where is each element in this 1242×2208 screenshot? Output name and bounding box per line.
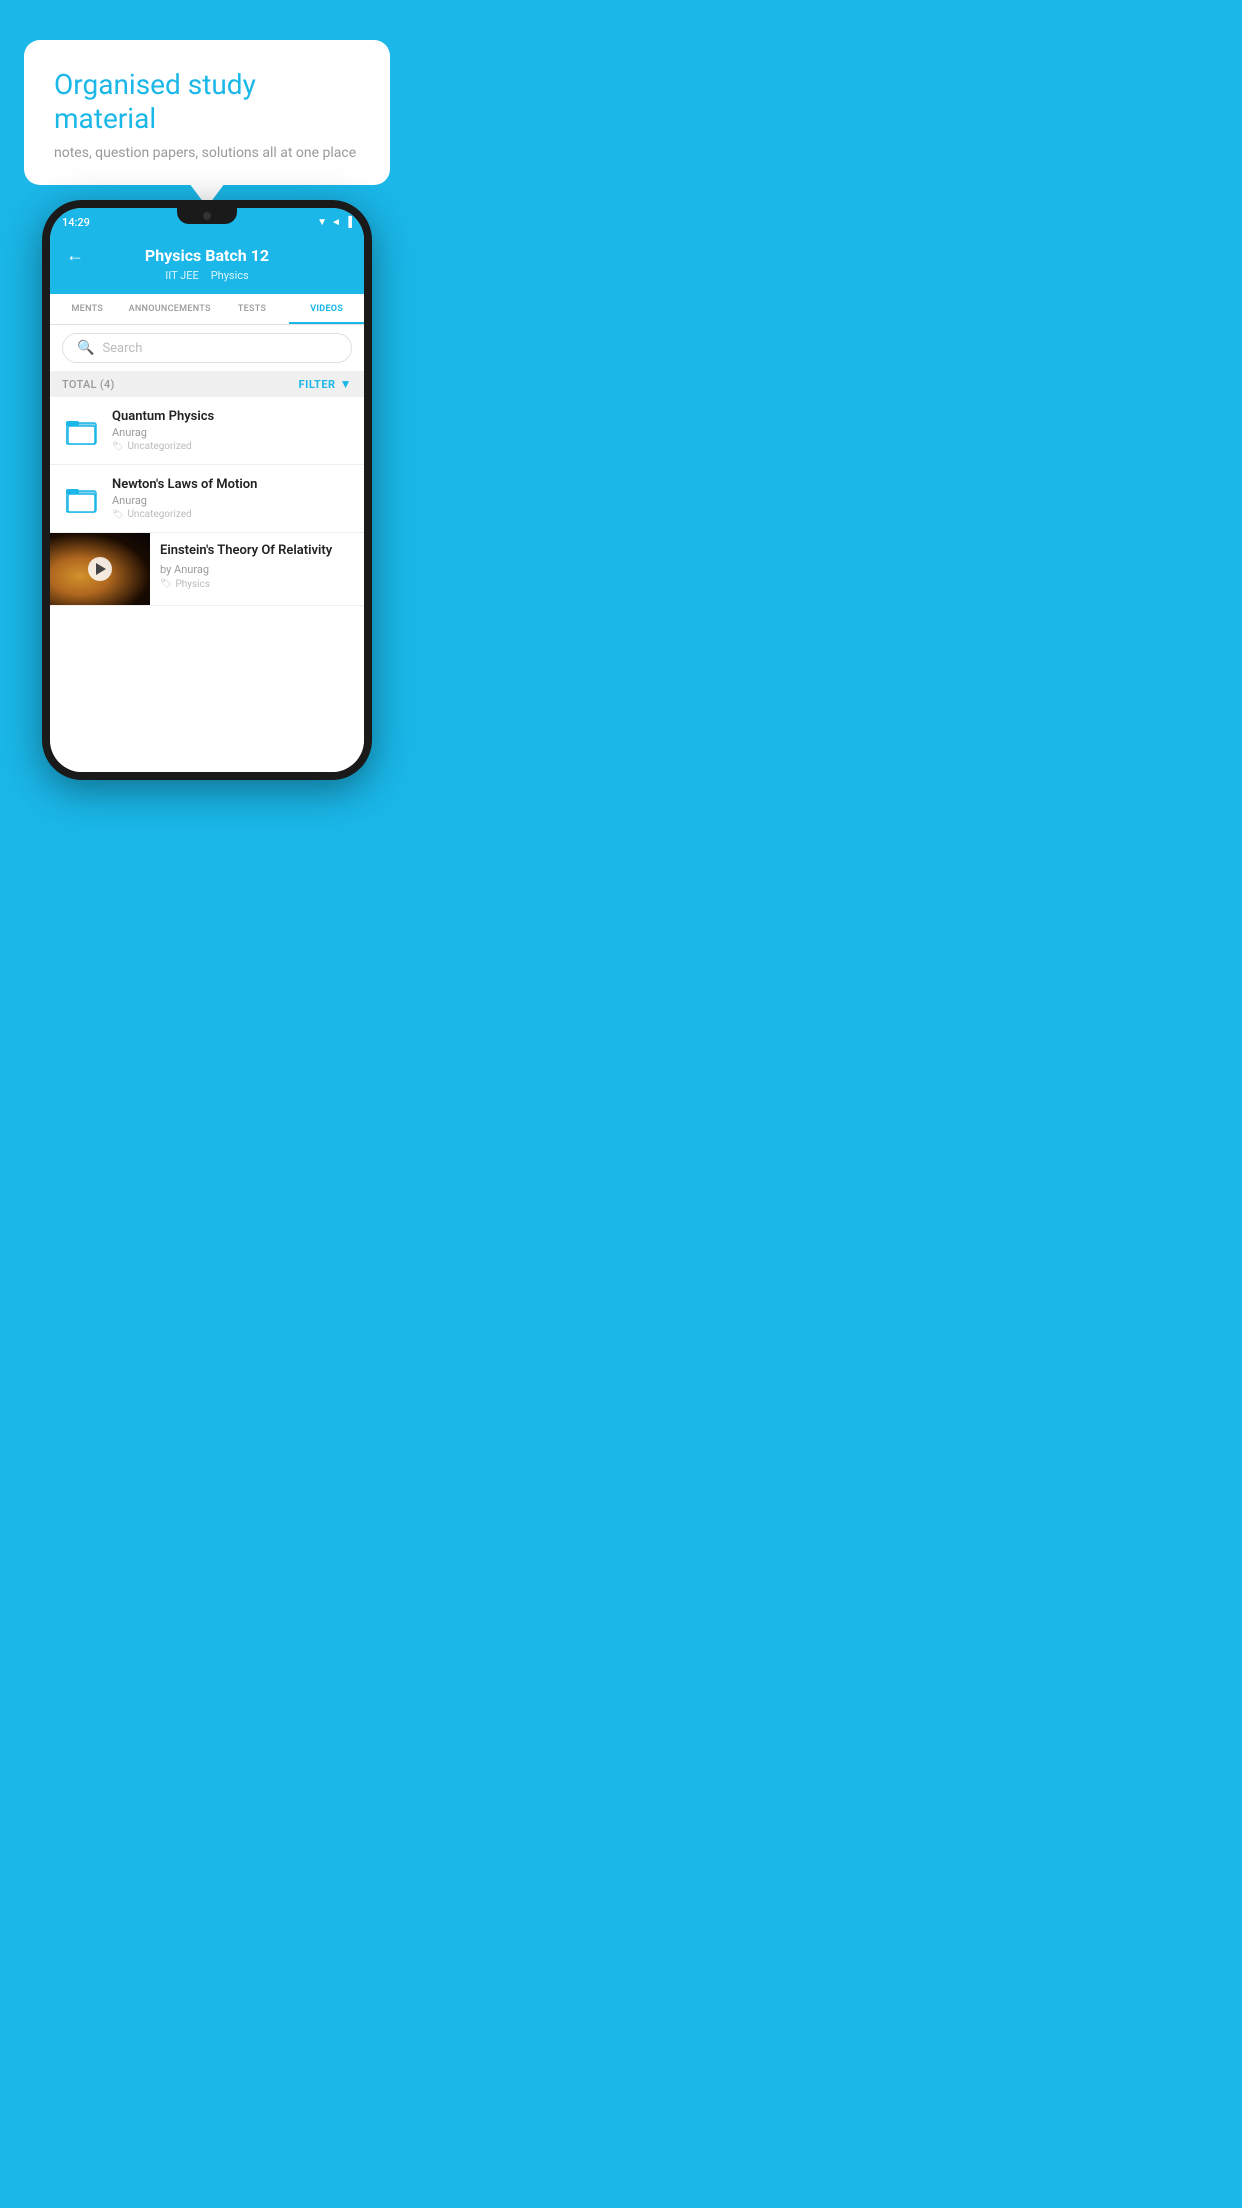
tag-icon: 🏷 [112,510,123,520]
tab-documents[interactable]: MENTS [50,294,125,324]
back-button[interactable]: ← [66,245,84,266]
tag-label: Physics [175,579,210,590]
battery-icon: ▐ [345,217,352,228]
filter-label: FILTER [299,378,336,391]
item-info: Einstein's Theory Of Relativity by Anura… [150,533,364,600]
item-title: Quantum Physics [112,409,350,424]
header-top: ← Physics Batch 12 [66,246,348,265]
item-title: Einstein's Theory Of Relativity [160,543,354,560]
search-input[interactable]: Search [102,341,142,356]
phone-screen: 14:29 ▼ ◄ ▐ ← Physics Batch 12 IIT JEE P… [50,208,364,772]
search-bar: 🔍 Search [50,325,364,371]
video-thumbnail [50,533,150,605]
search-input-wrap[interactable]: 🔍 Search [62,333,352,363]
wifi-icon: ▼ [317,217,327,228]
signal-icon: ◄ [331,217,341,228]
item-author: Anurag [112,494,350,507]
header-subtitle: IIT JEE Physics [66,269,348,282]
speech-bubble-heading: Organised study material [54,68,360,135]
tab-videos[interactable]: VIDEOS [289,294,364,324]
item-author: by Anurag [160,563,354,576]
tag-icon: 🏷 [160,579,171,589]
item-title: Newton's Laws of Motion [112,477,350,492]
tab-tests[interactable]: TESTS [215,294,290,324]
item-tag: 🏷 Physics [160,579,354,590]
speech-bubble: Organised study material notes, question… [24,40,390,185]
item-tag: 🏷 Uncategorized [112,509,350,520]
item-tag: 🏷 Uncategorized [112,441,350,452]
video-list: Quantum Physics Anurag 🏷 Uncategorized [50,397,364,772]
tag-label: Uncategorized [127,509,191,520]
item-author: Anurag [112,426,350,439]
play-button[interactable] [88,557,112,581]
notch-camera [203,212,211,220]
folder-icon [64,481,100,517]
status-time: 14:29 [62,216,90,229]
filter-icon: ▼ [340,377,352,391]
item-info: Newton's Laws of Motion Anurag 🏷 Uncateg… [112,477,350,520]
tabs-bar: MENTS ANNOUNCEMENTS TESTS VIDEOS [50,294,364,325]
search-icon: 🔍 [77,340,94,356]
app-header: ← Physics Batch 12 IIT JEE Physics [50,236,364,294]
page-title: Physics Batch 12 [145,246,269,265]
play-icon [96,563,106,575]
speech-bubble-subtext: notes, question papers, solutions all at… [54,145,360,161]
tag-icon: 🏷 [112,442,123,452]
subtitle-physics: Physics [211,269,249,282]
subtitle-iit: IIT JEE [165,269,198,282]
list-item[interactable]: Einstein's Theory Of Relativity by Anura… [50,533,364,606]
filter-bar: TOTAL (4) FILTER ▼ [50,371,364,397]
phone-frame: 14:29 ▼ ◄ ▐ ← Physics Batch 12 IIT JEE P… [42,200,372,780]
folder-icon [64,413,100,449]
list-item[interactable]: Quantum Physics Anurag 🏷 Uncategorized [50,397,364,465]
item-info: Quantum Physics Anurag 🏷 Uncategorized [112,409,350,452]
list-item[interactable]: Newton's Laws of Motion Anurag 🏷 Uncateg… [50,465,364,533]
tag-label: Uncategorized [127,441,191,452]
filter-button[interactable]: FILTER ▼ [299,377,352,391]
tab-announcements[interactable]: ANNOUNCEMENTS [125,294,215,324]
phone-notch [177,208,237,224]
total-count: TOTAL (4) [62,378,115,391]
status-icons: ▼ ◄ ▐ [317,217,352,228]
